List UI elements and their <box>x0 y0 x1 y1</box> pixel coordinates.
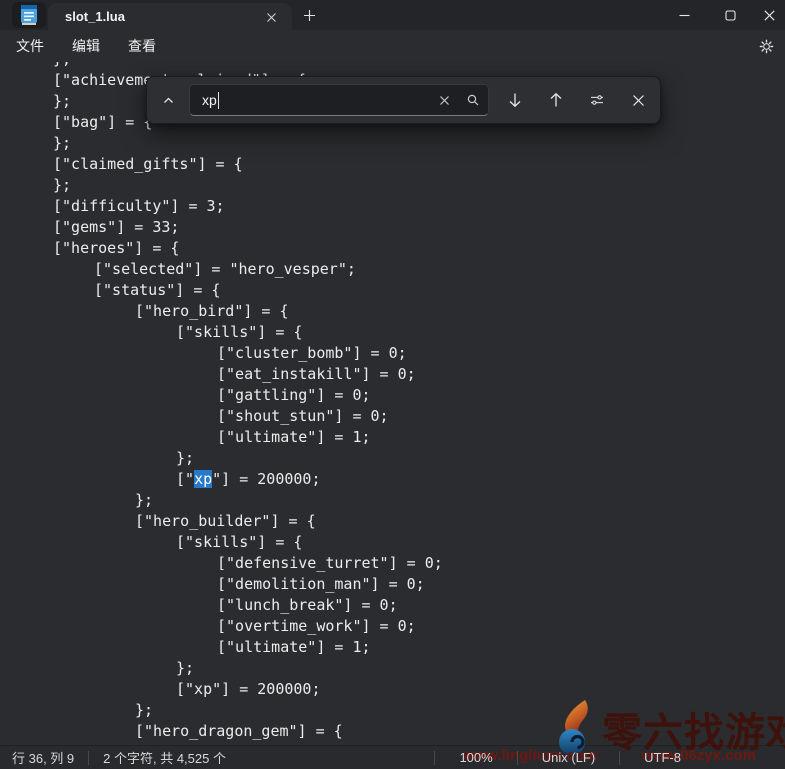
code-line: }; <box>12 700 443 721</box>
code-line: ["hero_dragon_gem"] = { <box>12 721 443 742</box>
code-line: ["status"] = { <box>12 280 443 301</box>
code-line: ["lunch_break"] = 0; <box>12 595 443 616</box>
code-line: }; <box>12 490 443 511</box>
search-button[interactable] <box>460 88 485 113</box>
code-line: ["difficulty"] = 3; <box>12 196 443 217</box>
code-line: ["gattling"] = 0; <box>12 385 443 406</box>
window-close-button[interactable] <box>753 0 785 30</box>
statusbar: 行 36, 列 9 2 个字符, 共 4,525 个 100% Unix (LF… <box>0 745 785 769</box>
code-line: ["hero_builder"] = { <box>12 511 443 532</box>
statusbar-divider <box>434 751 435 765</box>
tab-slot-1-lua[interactable]: slot_1.lua <box>48 3 292 30</box>
code-content: }; ["achievements_claimed"] = { }; ["bag… <box>12 62 443 742</box>
code-line: ["cluster_bomb"] = 0; <box>12 343 443 364</box>
menubar: 文件 编辑 查看 <box>0 30 785 62</box>
find-query-text: xp <box>202 92 432 109</box>
tab-title: slot_1.lua <box>65 9 125 24</box>
gear-icon <box>758 38 775 55</box>
options-sliders-icon <box>588 91 606 109</box>
code-line: ["ultimate"] = 1; <box>12 427 443 448</box>
code-line: ["heroes"] = { <box>12 238 443 259</box>
notepad-app-icon <box>19 4 39 26</box>
find-input[interactable]: xp <box>189 84 489 116</box>
plus-icon <box>303 9 316 22</box>
app-menu-button[interactable] <box>12 2 46 28</box>
statusbar-divider <box>517 751 518 765</box>
clear-search-button[interactable] <box>432 88 457 113</box>
tab-close-icon <box>266 12 277 23</box>
find-close-button[interactable] <box>623 85 653 115</box>
code-line: ["shout_stun"] = 0; <box>12 406 443 427</box>
text-editor[interactable]: }; ["achievements_claimed"] = { }; ["bag… <box>0 62 785 745</box>
menu-edit[interactable]: 编辑 <box>60 32 112 60</box>
arrow-down-icon <box>507 92 523 108</box>
code-line: ["skills"] = { <box>12 322 443 343</box>
find-previous-button[interactable] <box>541 85 571 115</box>
statusbar-left: 行 36, 列 9 2 个字符, 共 4,525 个 <box>12 748 226 767</box>
code-line: ["skills"] = { <box>12 532 443 553</box>
clear-icon <box>439 95 450 106</box>
titlebar: slot_1.lua <box>0 0 785 30</box>
find-next-button[interactable] <box>500 85 530 115</box>
code-line: ["hero_bird"] = { <box>12 301 443 322</box>
new-tab-button[interactable] <box>298 4 320 26</box>
maximize-icon <box>725 10 736 21</box>
line-ending: Unix (LF) <box>542 750 595 765</box>
settings-button[interactable] <box>753 33 780 60</box>
statusbar-divider <box>88 751 89 765</box>
code-line: ["selected"] = "hero_vesper"; <box>12 259 443 280</box>
code-line: ["xp"] = 200000; <box>12 469 443 490</box>
minimize-icon <box>679 10 690 21</box>
minimize-button[interactable] <box>661 0 707 30</box>
code-line: }; <box>12 133 443 154</box>
code-line: ["claimed_gifts"] = { <box>12 154 443 175</box>
menu-view[interactable]: 查看 <box>116 32 168 60</box>
zoom-level: 100% <box>459 750 492 765</box>
char-count: 2 个字符, 共 4,525 个 <box>103 748 226 767</box>
text-caret <box>218 92 219 109</box>
encoding: UTF-8 <box>644 750 681 765</box>
code-line: }; <box>12 658 443 679</box>
code-line: ["ultimate"] = 1; <box>12 637 443 658</box>
code-line: }; <box>12 175 443 196</box>
code-line: ["overtime_work"] = 0; <box>12 616 443 637</box>
menu-file[interactable]: 文件 <box>4 32 56 60</box>
statusbar-right: 100% Unix (LF) UTF-8 <box>434 750 785 765</box>
code-line: ["eat_instakill"] = 0; <box>12 364 443 385</box>
code-line: }; <box>12 62 443 70</box>
arrow-up-icon <box>548 92 564 108</box>
search-icon <box>466 93 480 107</box>
chevron-up-icon <box>162 94 175 107</box>
code-line: ["demolition_man"] = 0; <box>12 574 443 595</box>
find-match-highlight: xp <box>194 470 212 488</box>
code-line: }; <box>12 448 443 469</box>
code-line: ["xp"] = 200000; <box>12 679 443 700</box>
code-line: ["gems"] = 33; <box>12 217 443 238</box>
close-icon <box>632 94 645 107</box>
find-expand-toggle[interactable] <box>154 86 182 114</box>
code-line: ["defensive_turret"] = 0; <box>12 553 443 574</box>
statusbar-divider <box>619 751 620 765</box>
cursor-position: 行 36, 列 9 <box>12 748 74 767</box>
tab-close-button[interactable] <box>262 8 280 26</box>
close-icon <box>764 10 775 21</box>
find-options-button[interactable] <box>582 85 612 115</box>
notepad-window: slot_1.lua <box>0 0 785 769</box>
find-bar: xp <box>146 76 661 124</box>
maximize-button[interactable] <box>707 0 753 30</box>
